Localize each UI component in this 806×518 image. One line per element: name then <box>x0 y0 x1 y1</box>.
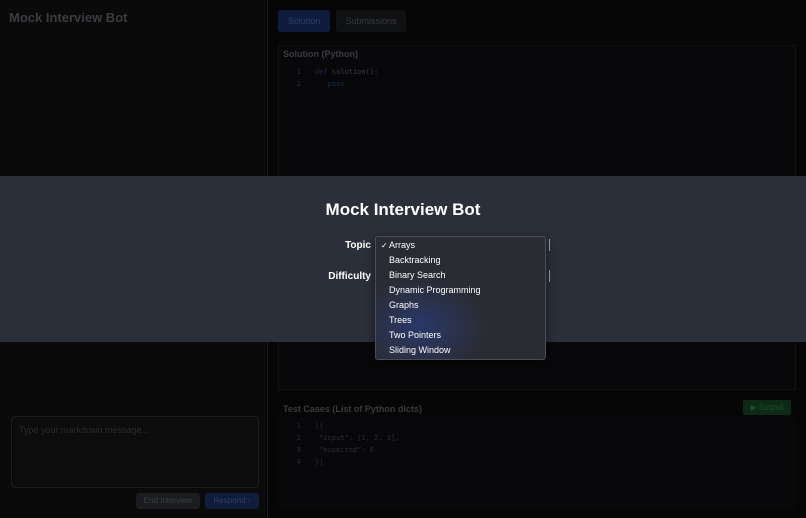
topic-label: Topic <box>345 240 371 251</box>
difficulty-label: Difficulty <box>328 271 371 282</box>
difficulty-select[interactable] <box>546 270 550 282</box>
line-number: 1 <box>296 422 301 430</box>
line-number: 3 <box>296 446 301 454</box>
test-line: 2 "input": [1, 2, 3], <box>289 432 400 444</box>
tab-solution[interactable]: Solution <box>278 10 330 32</box>
tests-editor[interactable] <box>278 417 796 509</box>
line-number: 2 <box>296 80 301 88</box>
code-keyword: pass <box>327 80 345 88</box>
test-text: "input": [1, 2, 3], <box>315 434 400 442</box>
editor-title: Solution (Python) <box>283 49 358 59</box>
topic-dropdown: ✓ Arrays Backtracking Binary Search Dyna… <box>375 236 546 360</box>
modal-title: Mock Interview Bot <box>325 200 481 219</box>
line-number: 4 <box>296 458 301 466</box>
option-label: Sliding Window <box>389 345 451 355</box>
topic-option[interactable]: Trees <box>376 313 545 328</box>
tab-submissions[interactable]: Submissions <box>336 10 406 32</box>
test-text: [{ <box>315 422 324 430</box>
submit-button[interactable]: ▶ Submit <box>743 400 791 415</box>
app-root: Mock Interview Bot Type your markdown me… <box>0 0 806 518</box>
test-line: 3 "expected": 6 <box>289 444 374 456</box>
test-line: 4}] <box>289 456 324 468</box>
option-label: Arrays <box>389 240 416 250</box>
option-label: Two Pointers <box>389 330 442 340</box>
tests-title: Test Cases (List of Python dicts) <box>283 404 422 414</box>
option-label: Backtracking <box>389 255 441 265</box>
option-label: Binary Search <box>389 270 446 280</box>
line-number: 1 <box>296 68 301 76</box>
topic-option[interactable]: Two Pointers <box>376 328 545 343</box>
option-label: Graphs <box>389 300 419 310</box>
code-keyword: def <box>315 68 328 76</box>
topic-option[interactable]: Dynamic Programming <box>376 283 545 298</box>
topic-option[interactable]: Binary Search <box>376 268 545 283</box>
topic-option[interactable]: ✓ Arrays <box>376 238 545 253</box>
code-text: solution(): <box>331 68 379 76</box>
topic-select[interactable] <box>546 239 550 251</box>
end-interview-button[interactable]: End Interview <box>136 493 200 509</box>
test-text: "expected": 6 <box>315 446 375 454</box>
check-icon: ✓ <box>381 241 388 250</box>
option-label: Trees <box>389 315 412 325</box>
test-text: }] <box>315 458 324 466</box>
message-input[interactable]: Type your markdown message... <box>11 416 259 488</box>
code-line: 2 pass <box>289 78 345 90</box>
topic-option[interactable]: Graphs <box>376 298 545 313</box>
respond-button[interactable]: Respond › <box>205 493 259 509</box>
app-title: Mock Interview Bot <box>9 10 128 25</box>
code-line: 1 def solution(): <box>289 66 378 78</box>
option-label: Dynamic Programming <box>389 285 481 295</box>
line-number: 2 <box>296 434 301 442</box>
topic-option[interactable]: Sliding Window <box>376 343 545 358</box>
test-line: 1 [{ <box>289 420 324 432</box>
topic-option[interactable]: Backtracking <box>376 253 545 268</box>
